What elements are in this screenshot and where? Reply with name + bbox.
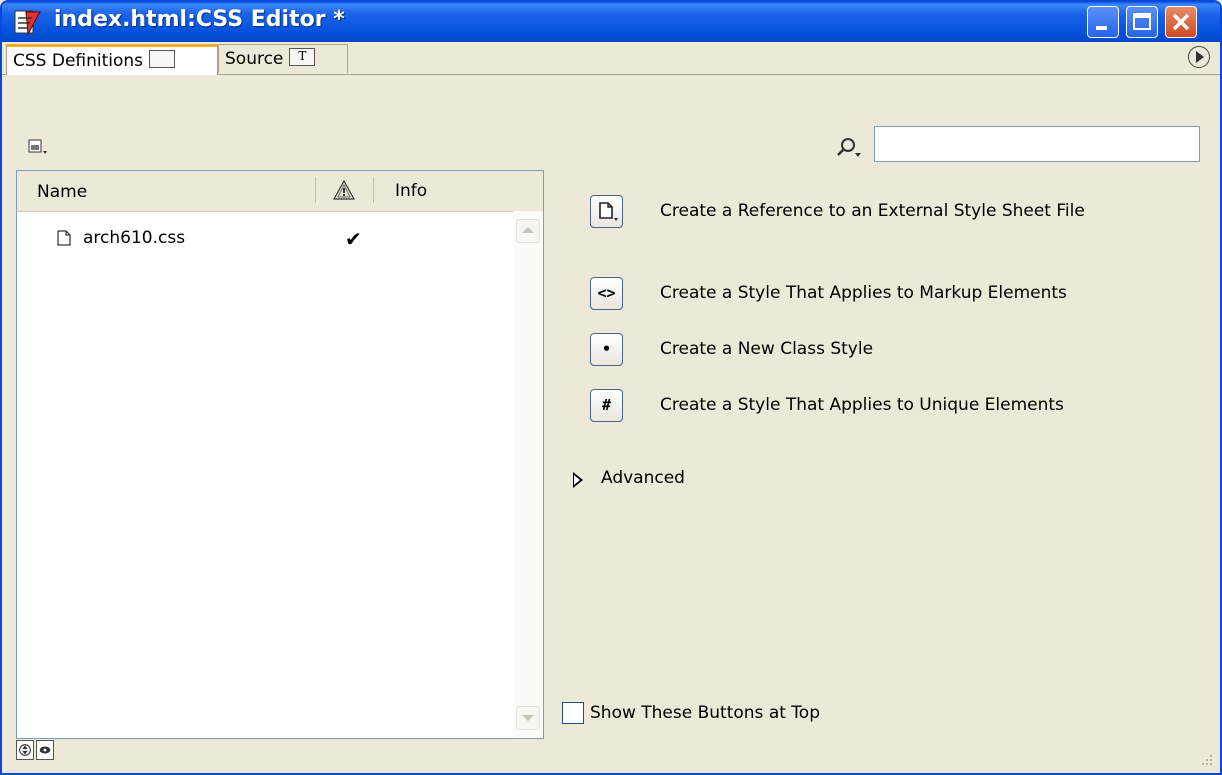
- scroll-up-arrow-icon[interactable]: [516, 219, 540, 243]
- css-editor-window: index.html:CSS Editor * CSS Definitions …: [0, 0, 1222, 775]
- search-icon[interactable]: [835, 136, 865, 160]
- create-unique-element-style-action[interactable]: # Create a Style That Applies to Unique …: [590, 389, 1210, 425]
- css-definitions-list: Name Info arch610.css ✔: [16, 170, 544, 739]
- app-icon: [14, 10, 41, 36]
- column-header-info[interactable]: Info: [395, 181, 427, 201]
- search-input[interactable]: [874, 126, 1200, 162]
- list-view-icon: [149, 50, 176, 68]
- create-class-style-action[interactable]: • Create a New Class Style: [590, 333, 1210, 369]
- check-mark-icon: ✔: [345, 227, 362, 251]
- show-buttons-at-top-checkbox[interactable]: [562, 702, 584, 724]
- visibility-eye-icon[interactable]: [36, 740, 54, 760]
- minimize-button[interactable]: [1087, 6, 1119, 38]
- maximize-button[interactable]: [1126, 6, 1158, 38]
- warning-icon[interactable]: [333, 180, 355, 200]
- tab-source[interactable]: Source T: [218, 44, 348, 73]
- id-hash-icon[interactable]: #: [590, 389, 623, 422]
- action-label: Create a New Class Style: [660, 339, 874, 359]
- resize-grip-icon[interactable]: [1200, 753, 1214, 767]
- minimize-icon: [1096, 26, 1107, 30]
- window-title: index.html:CSS Editor *: [54, 7, 345, 32]
- create-markup-style-action[interactable]: <> Create a Style That Applies to Markup…: [590, 277, 1210, 313]
- file-name: arch610.css: [83, 228, 186, 248]
- panel-options-icon[interactable]: [1188, 46, 1210, 68]
- action-label: Create a Style That Applies to Markup El…: [660, 283, 1067, 303]
- checkbox-label: Show These Buttons at Top: [590, 703, 820, 723]
- column-divider: [315, 177, 316, 203]
- new-item-dropdown-icon[interactable]: [28, 139, 50, 157]
- markup-tag-icon[interactable]: <>: [590, 277, 623, 310]
- column-divider: [373, 177, 374, 203]
- scroll-down-arrow-icon[interactable]: [516, 706, 540, 730]
- vertical-scrollbar[interactable]: [513, 211, 543, 738]
- document-dropdown-icon: [599, 202, 618, 221]
- list-header: Name Info: [17, 171, 543, 212]
- text-view-icon: T: [289, 48, 316, 66]
- maximize-icon: [1133, 13, 1151, 30]
- close-icon: [1172, 13, 1190, 31]
- tab-label: Source: [225, 49, 284, 69]
- advanced-label: Advanced: [601, 468, 685, 488]
- column-header-name[interactable]: Name: [37, 182, 87, 202]
- close-button[interactable]: [1165, 6, 1197, 38]
- external-style-sheet-icon[interactable]: [590, 195, 623, 228]
- action-label: Create a Style That Applies to Unique El…: [660, 395, 1064, 415]
- expand-triangle-icon[interactable]: [573, 472, 583, 488]
- tab-css-definitions[interactable]: CSS Definitions: [6, 44, 218, 75]
- class-dot-icon[interactable]: •: [590, 333, 623, 366]
- action-label: Create a Reference to an External Style …: [660, 201, 1085, 221]
- tab-label: CSS Definitions: [13, 51, 144, 71]
- list-item[interactable]: arch610.css ✔: [55, 226, 375, 254]
- title-bar[interactable]: index.html:CSS Editor *: [2, 2, 1220, 42]
- create-external-style-sheet-action[interactable]: Create a Reference to an External Style …: [590, 195, 1210, 231]
- document-icon: [57, 230, 71, 246]
- tab-bar: CSS Definitions Source T: [2, 42, 1220, 75]
- expand-collapse-icon[interactable]: [16, 740, 34, 760]
